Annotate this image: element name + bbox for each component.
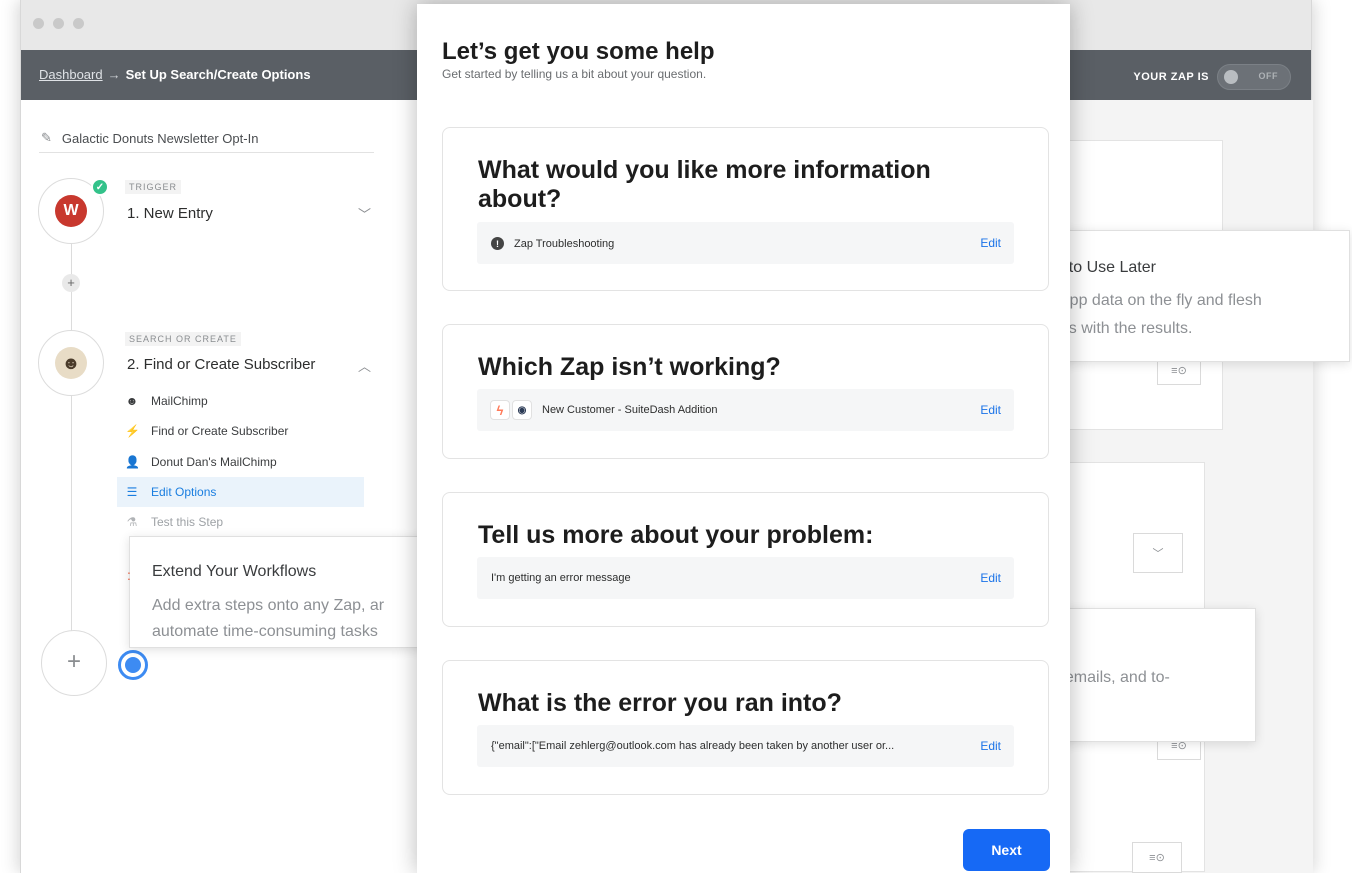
zap-on-off-toggle[interactable]: OFF [1217, 64, 1291, 90]
answer-text: {"email":["Email zehlerg@outlook.com has… [491, 740, 895, 752]
tooltip-body-line: automate time-consuming tasks [152, 623, 378, 640]
question-text: What is the error you ran into? [478, 689, 842, 717]
tooltip-body-line: aps with the results. [1051, 320, 1193, 337]
alert-icon: ! [491, 237, 504, 250]
tooltip-body-line: Add extra steps onto any Zap, ar [152, 597, 385, 614]
add-step-plus-icon[interactable]: + [62, 274, 80, 292]
step-2-kind-badge: SEARCH OR CREATE [125, 332, 241, 346]
answer-value: {"email":["Email zehlerg@outlook.com has… [491, 740, 894, 752]
tooltip-title: Extend Your Workflows [152, 563, 317, 580]
insert-field-icon[interactable]: ≡⊙ [1132, 842, 1182, 873]
sub-item-app[interactable]: ☻ MailChimp [125, 394, 208, 408]
chevron-up-icon[interactable]: ︿ [358, 356, 371, 375]
zap-status: YOUR ZAP IS OFF [1133, 64, 1291, 90]
answer-text: Zap Troubleshooting [514, 237, 615, 250]
sub-item-label: Donut Dan's MailChimp [151, 455, 277, 469]
next-button[interactable]: Next [963, 829, 1050, 871]
edit-link[interactable]: Edit [980, 739, 1001, 753]
zap-name[interactable]: ✎ Galactic Donuts Newsletter Opt-In [41, 130, 258, 146]
breadcrumb-current: Set Up Search/Create Options [125, 67, 311, 82]
step-1-kind-badge: TRIGGER [125, 180, 182, 194]
sub-item-label: Edit Options [151, 485, 217, 499]
dropdown-chevron-icon[interactable]: ﹀ [1133, 533, 1183, 573]
tour-hotspot-inner [125, 657, 141, 673]
question-card: What is the error you ran into? {"email"… [442, 660, 1049, 795]
sub-item-label: MailChimp [151, 394, 208, 408]
flask-icon: ⚗ [126, 515, 138, 529]
breadcrumb-dashboard-link[interactable]: Dashboard [39, 67, 103, 82]
tooltip-body-line: r app data on the fly and flesh [1051, 292, 1262, 309]
divider [39, 152, 374, 153]
tour-hotspot[interactable] [118, 650, 148, 680]
modal-subtitle: Get started by telling us a bit about yo… [442, 67, 707, 81]
answer-value: ϟ ◉ New Customer - SuiteDash Addition [490, 400, 717, 420]
zap-name-text: Galactic Donuts Newsletter Opt-In [61, 130, 259, 146]
answer-value: ! Zap Troubleshooting [491, 237, 614, 250]
edit-link[interactable]: Edit [980, 571, 1001, 585]
question-card: Tell us more about your problem: I'm get… [442, 492, 1049, 627]
breadcrumb: Dashboard → Set Up Search/Create Options [39, 67, 311, 82]
zap-editor-sidebar: ✎ Galactic Donuts Newsletter Opt-In W ✓ … [21, 100, 417, 873]
answer-text: I'm getting an error message [491, 572, 631, 584]
answer-box: ϟ ◉ New Customer - SuiteDash Addition Ed… [477, 389, 1014, 431]
sub-item-action[interactable]: ⚡ Find or Create Subscriber [125, 424, 288, 438]
lightning-icon: ⚡ [125, 424, 140, 438]
app-icons: ϟ ◉ [490, 400, 532, 420]
breadcrumb-arrow-icon: → [107, 67, 121, 82]
window-minimize-dot[interactable] [53, 18, 64, 29]
answer-box: I'm getting an error message Edit [477, 557, 1014, 599]
toggle-state-text: OFF [1258, 71, 1278, 81]
question-card: Which Zap isn’t working? ϟ ◉ New Custome… [442, 324, 1049, 459]
answer-box: ! Zap Troubleshooting Edit [477, 222, 1014, 264]
suitedash-icon: ◉ [512, 400, 532, 420]
question-text: Tell us more about your problem: [478, 521, 874, 549]
hubspot-icon: ϟ [490, 400, 510, 420]
sub-item-label: Test this Step [151, 515, 224, 529]
tooltip-body-line: , emails, and to- [1056, 669, 1170, 686]
sub-item-edit-options[interactable]: ☰ Edit Options [117, 477, 364, 507]
answer-value: I'm getting an error message [491, 572, 631, 584]
step-1-title[interactable]: 1. New Entry [127, 205, 213, 222]
answer-box: {"email":["Email zehlerg@outlook.com has… [477, 725, 1014, 767]
question-text: Which Zap isn’t working? [478, 353, 781, 381]
question-text: What would you like more information abo… [478, 156, 931, 213]
step-2-title[interactable]: 2. Find or Create Subscriber [127, 356, 315, 373]
list-icon: ☰ [126, 485, 138, 499]
step-2-circle[interactable]: ☻ [38, 330, 104, 396]
modal-title: Let’s get you some help [442, 38, 715, 65]
chevron-down-icon[interactable]: ﹀ [358, 204, 371, 223]
person-icon: 👤 [125, 455, 140, 469]
toggle-knob [1224, 70, 1238, 84]
answer-text: New Customer - SuiteDash Addition [542, 404, 718, 416]
use-later-tooltip: fo to Use Later r app data on the fly an… [1030, 230, 1350, 362]
check-icon: ✓ [91, 178, 109, 196]
sub-item-test[interactable]: ⚗ Test this Step [125, 515, 223, 529]
window-maximize-dot[interactable] [73, 18, 84, 29]
pencil-icon: ✎ [41, 130, 52, 145]
sub-item-account[interactable]: 👤 Donut Dan's MailChimp [125, 455, 277, 469]
tooltip-marker: : [127, 567, 131, 583]
question-card: What would you like more information abo… [442, 127, 1049, 291]
zap-status-label: YOUR ZAP IS [1133, 71, 1209, 83]
edit-link[interactable]: Edit [980, 236, 1001, 250]
sub-item-label: Find or Create Subscriber [151, 424, 289, 438]
extend-workflows-tooltip: : Extend Your Workflows Add extra steps … [127, 536, 429, 648]
add-step-button[interactable]: + [41, 630, 107, 696]
wufoo-icon: W [55, 195, 87, 227]
help-modal: Let’s get you some help Get started by t… [417, 4, 1070, 873]
mailchimp-icon: ☻ [125, 394, 139, 408]
window-close-dot[interactable] [33, 18, 44, 29]
mailchimp-icon: ☻ [55, 347, 87, 379]
edit-link[interactable]: Edit [980, 403, 1001, 417]
